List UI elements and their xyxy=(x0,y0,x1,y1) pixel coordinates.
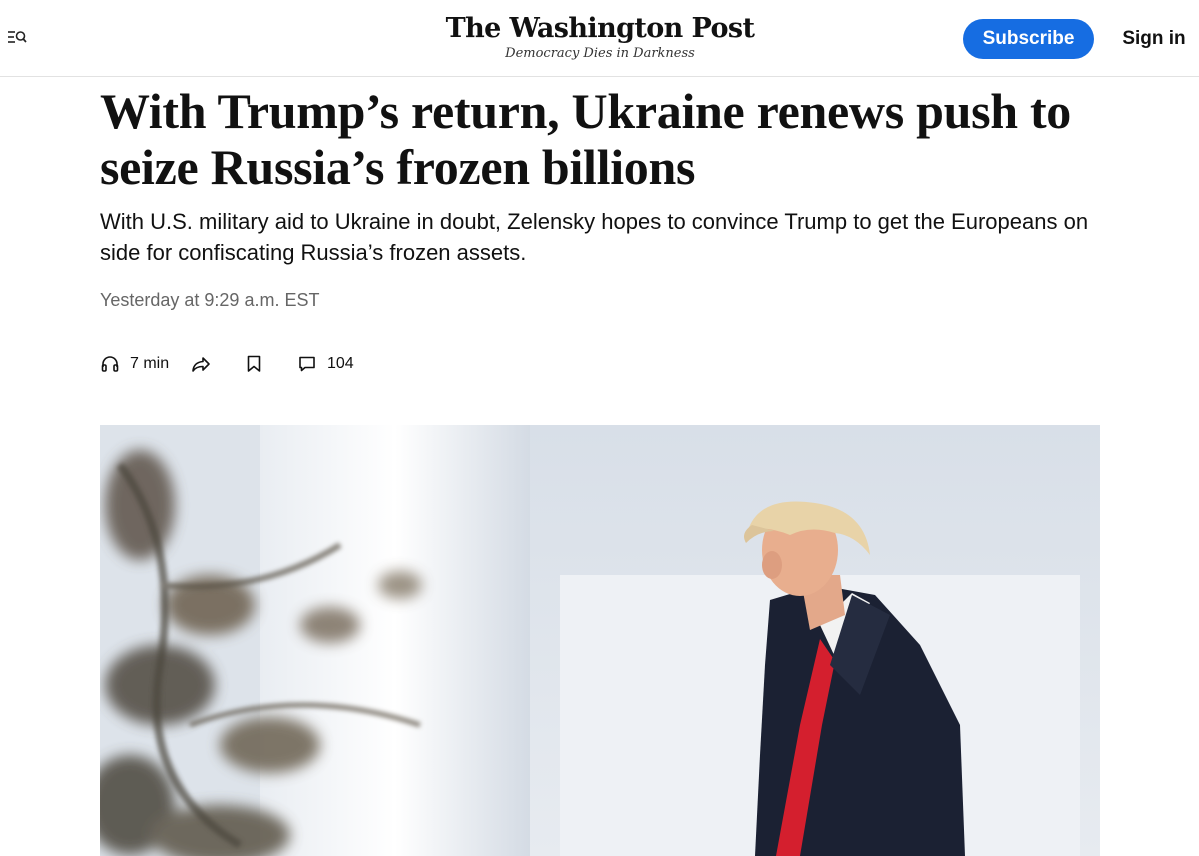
share-button[interactable] xyxy=(190,354,245,374)
article-timestamp: Yesterday at 9:29 a.m. EST xyxy=(100,290,320,310)
listen-duration: 7 min xyxy=(130,355,170,372)
hero-image[interactable] xyxy=(100,425,1100,856)
article-dek: With U.S. military aid to Ukraine in dou… xyxy=(100,209,1089,265)
article-headline: With Trump’s return, Ukraine renews push… xyxy=(100,83,1072,195)
comment-icon xyxy=(297,354,317,374)
headphones-icon xyxy=(100,354,120,374)
subscribe-button[interactable]: Subscribe xyxy=(963,19,1094,59)
sign-in-link[interactable]: Sign in xyxy=(1116,19,1192,59)
menu-search-icon xyxy=(6,29,28,50)
listen-button[interactable]: 7 min xyxy=(100,354,190,374)
site-tagline: Democracy Dies in Darkness xyxy=(505,46,695,61)
share-icon xyxy=(190,354,212,374)
comment-count: 104 xyxy=(327,355,354,372)
bookmark-icon xyxy=(245,354,263,374)
save-button[interactable] xyxy=(245,354,297,374)
comments-button[interactable]: 104 xyxy=(297,354,354,374)
masthead[interactable]: The Washington Post Democracy Dies in Da… xyxy=(440,12,760,62)
article-action-toolbar: 7 min 104 xyxy=(100,352,354,376)
site-logo[interactable]: The Washington Post xyxy=(440,12,760,46)
site-header: The Washington Post Democracy Dies in Da… xyxy=(0,0,1199,77)
hero-photo-illustration xyxy=(100,425,1100,856)
menu-search-button[interactable] xyxy=(4,28,30,50)
